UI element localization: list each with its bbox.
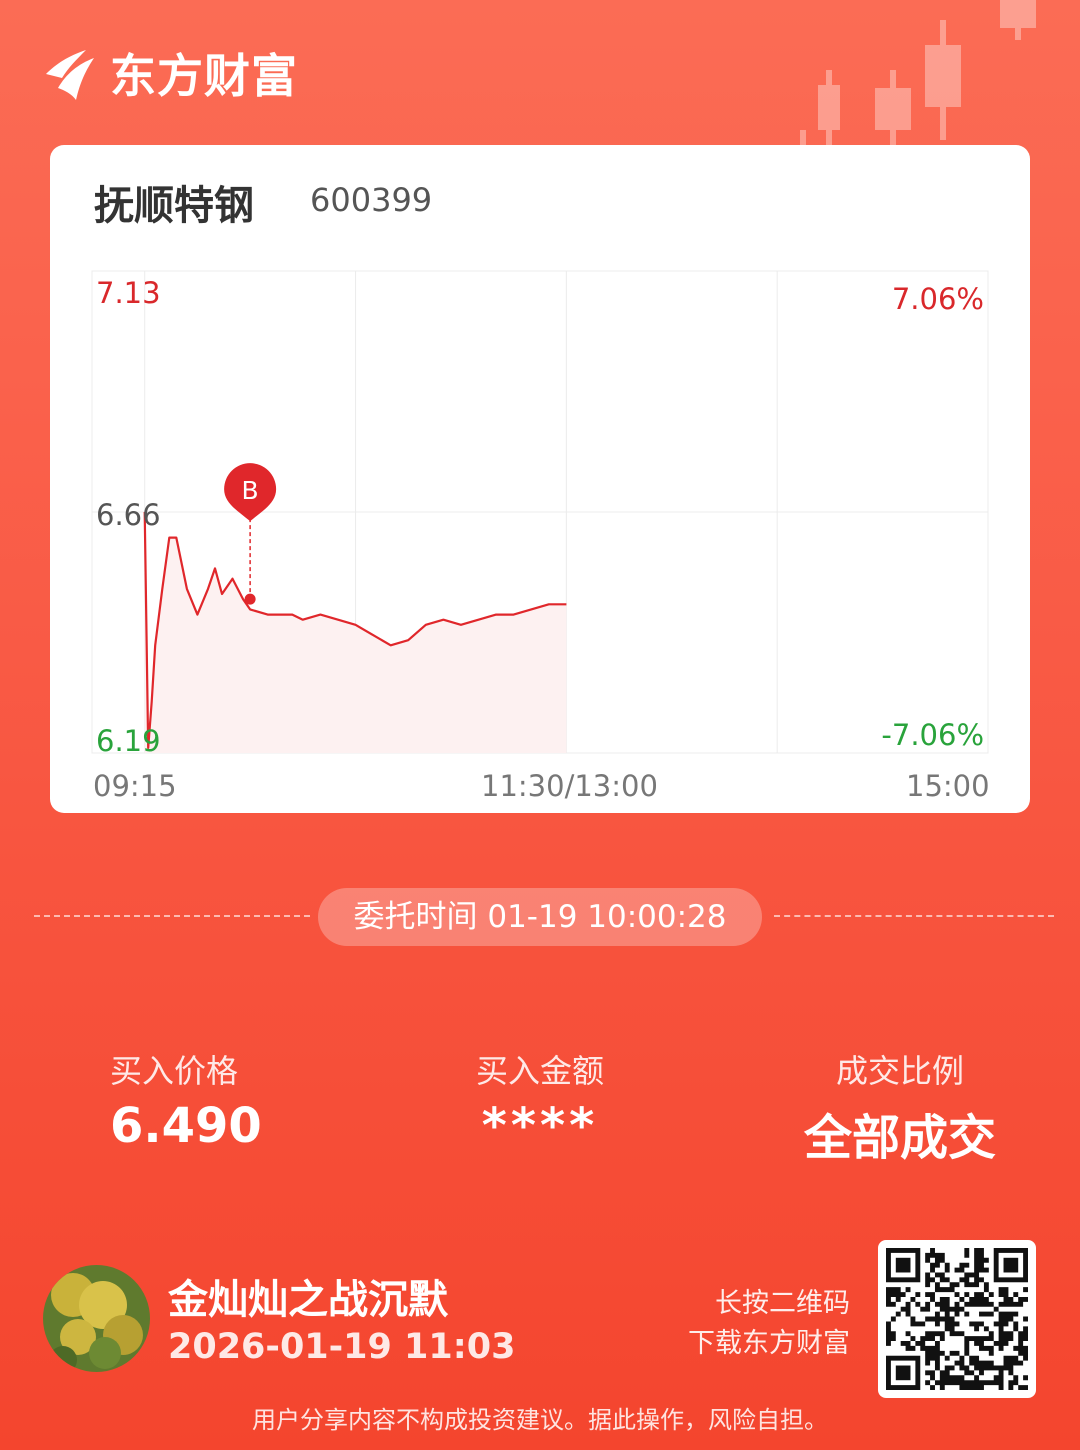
disclaimer: 用户分享内容不构成投资建议。据此操作，风险自担。 [252,1406,828,1434]
dashed-divider-left [34,915,310,917]
brand-name: 东方财富 [110,49,298,103]
fill-ratio-label: 成交比例 [835,1052,964,1090]
stock-name: 抚顺特钢 [94,183,254,229]
buy-marker-label: B [242,476,259,505]
avatar[interactable] [43,1265,150,1372]
pct-low-label: -7.06% [881,718,984,752]
price-low-label: 6.19 [96,724,161,758]
time-midday-label: 11:30/13:00 [481,769,658,803]
time-close-label: 15:00 [906,769,990,803]
qr-code-icon [886,1248,1028,1390]
time-open-label: 09:15 [93,769,177,803]
order-time-label: 委托时间 [353,899,478,935]
stock-card: 抚顺特钢 600399 B 7.13 6.66 6.19 7.06% -7.06… [50,145,1030,813]
fill-ratio-value: 全部成交 [803,1110,996,1166]
buy-amount-stat: 买入金额 **** [410,1046,670,1154]
pct-high-label: 7.06% [891,282,984,316]
username: 金灿灿之战沉默 [168,1277,448,1323]
price-high-label: 7.13 [96,276,161,310]
stock-code: 600399 [310,181,433,219]
intraday-chart: B 7.13 6.66 6.19 7.06% -7.06% [91,270,989,758]
intraday-chart-svg: B [91,270,989,754]
buy-price-stat: 买入价格 6.490 [50,1046,350,1154]
buy-amount-value: **** [481,1098,599,1154]
share-time: 2026-01-19 11:03 [168,1327,516,1367]
price-mid-label: 6.66 [96,498,161,532]
candlestick-decoration [800,0,1036,160]
buy-price-value: 6.490 [110,1098,262,1154]
fill-ratio-stat: 成交比例 全部成交 [770,1046,1030,1168]
buy-price-label: 买入价格 [110,1052,239,1090]
order-time-row: 委托时间 01-19 10:00:28 [34,888,1054,946]
qr-hint-line2: 下载东方财富 [688,1328,850,1359]
qr-hint: 长按二维码 下载东方财富 [670,1284,850,1364]
order-time-value: 01-19 10:00:28 [487,899,727,935]
qr-hint-line1: 长按二维码 [715,1288,850,1319]
flower-avatar-icon [43,1265,150,1372]
brand-header: 东方财富 [42,40,298,106]
dashed-divider-right [774,915,1054,917]
buy-point [244,593,256,605]
qr-code[interactable] [878,1240,1036,1398]
eastmoney-logo-icon [46,50,94,100]
order-time-pill: 委托时间 01-19 10:00:28 [318,888,762,946]
buy-amount-label: 买入金额 [475,1052,604,1090]
